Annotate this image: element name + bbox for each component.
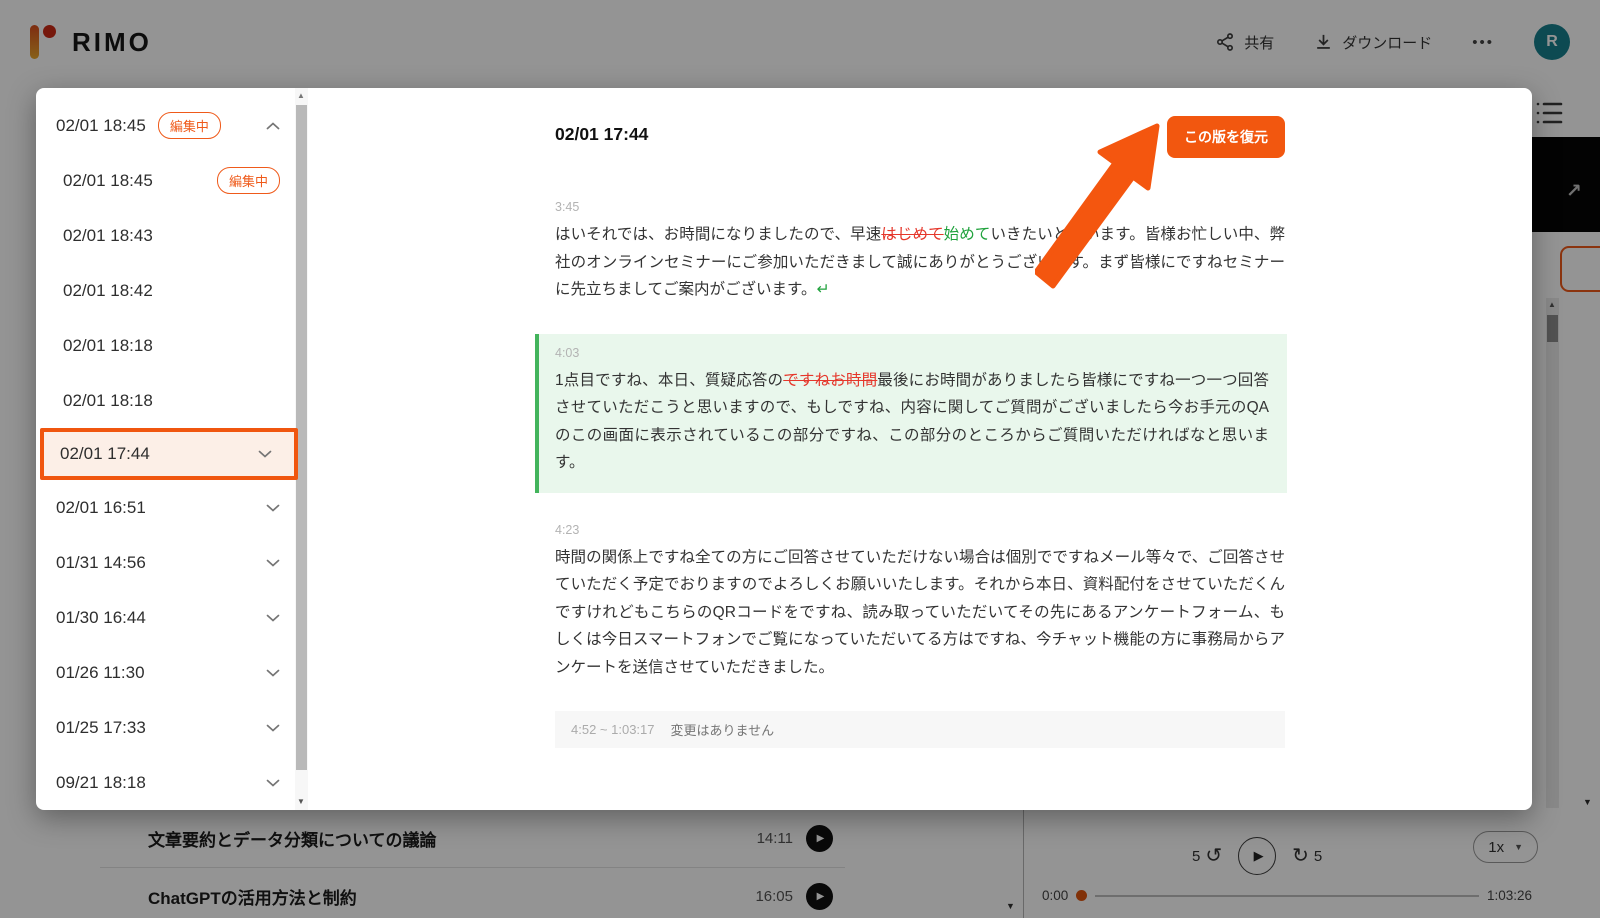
chevron-up-icon[interactable]: [266, 122, 280, 130]
version-item[interactable]: 02/01 18:42: [36, 263, 308, 318]
version-item[interactable]: 02/01 18:43: [36, 208, 308, 263]
chevron-down-icon[interactable]: [266, 504, 280, 512]
unchanged-text: はいそれでは、お時間になりましたので、早速: [555, 226, 881, 243]
transcript-segment: 4:23 時間の関係上ですね全ての方にご回答させていただけない場合は個別でですねメ…: [555, 523, 1285, 682]
segment-timestamp: 3:45: [555, 200, 1285, 214]
inserted-text: 始めて: [944, 226, 991, 243]
version-list: ▲ ▼ 02/01 18:45編集中02/01 18:45編集中02/01 18…: [36, 88, 308, 810]
chevron-down-icon[interactable]: [266, 724, 280, 732]
inserted-text: ↵: [817, 281, 830, 298]
version-label: 02/01 17:44: [60, 444, 150, 464]
version-item[interactable]: 01/31 14:56: [36, 535, 308, 590]
version-item[interactable]: 09/21 18:18: [36, 755, 308, 810]
version-label: 01/30 16:44: [56, 608, 146, 628]
version-history-modal: ▲ ▼ 02/01 18:45編集中02/01 18:45編集中02/01 18…: [36, 88, 1532, 810]
version-item[interactable]: 01/25 17:33: [36, 700, 308, 755]
no-change-bar: 4:52 ~ 1:03:17 変更はありません: [555, 711, 1285, 748]
deleted-text: はじめて: [881, 226, 943, 243]
version-label: 01/26 11:30: [56, 663, 145, 683]
editing-badge: 編集中: [158, 112, 221, 139]
transcript-segment: 4:03 1点目ですね、本日、質疑応答のですねお時間最後にお時間がありましたら皆様…: [535, 334, 1287, 493]
chevron-down-icon[interactable]: [258, 450, 272, 458]
editing-badge: 編集中: [217, 167, 280, 194]
version-label: 02/01 18:45: [56, 116, 146, 136]
chevron-down-icon[interactable]: [266, 614, 280, 622]
unchanged-text: 1点目ですね、本日、質疑応答の: [555, 372, 783, 389]
version-label: 02/01 16:51: [56, 498, 146, 518]
version-label: 02/01 18:42: [63, 281, 153, 301]
transcript-diff: 3:45 はいそれでは、お時間になりましたので、早速はじめて始めていきたいと思いま…: [555, 200, 1285, 681]
unchanged-text: 時間の関係上ですね全ての方にご回答させていただけない場合は個別でですねメール等々…: [555, 549, 1285, 676]
version-item[interactable]: 02/01 16:51: [36, 480, 308, 535]
version-item[interactable]: 02/01 18:18: [36, 373, 308, 428]
segment-timestamp: 4:03: [555, 346, 1269, 360]
version-label: 01/31 14:56: [56, 553, 146, 573]
segment-text: はいそれでは、お時間になりましたので、早速はじめて始めていきたいと思います。皆様…: [555, 221, 1285, 304]
version-item[interactable]: 02/01 17:44: [40, 428, 298, 480]
rimo-app: RIMO 共有 ダウンロード ••• R 文章要約とデータ分類についての議論14…: [0, 0, 1600, 918]
no-change-range: 4:52 ~ 1:03:17: [571, 722, 655, 737]
chevron-down-icon[interactable]: [266, 669, 280, 677]
chevron-down-icon[interactable]: [266, 559, 280, 567]
deleted-text: ですねお時間: [783, 372, 877, 389]
chevron-down-icon[interactable]: [266, 779, 280, 787]
no-change-label: 変更はありません: [671, 720, 775, 739]
version-label: 09/21 18:18: [56, 773, 146, 793]
version-label: 01/25 17:33: [56, 718, 146, 738]
version-title: 02/01 17:44: [555, 116, 648, 145]
version-label: 02/01 18:45: [63, 171, 153, 191]
version-item[interactable]: 01/30 16:44: [36, 590, 308, 645]
version-label: 02/01 18:43: [63, 226, 153, 246]
version-detail: 02/01 17:44 この版を復元 3:45 はいそれでは、お時間になりましたの…: [308, 88, 1532, 810]
version-label: 02/01 18:18: [63, 336, 153, 356]
version-label: 02/01 18:18: [63, 391, 153, 411]
version-item[interactable]: 02/01 18:45 編集中: [36, 153, 308, 208]
segment-timestamp: 4:23: [555, 523, 1285, 537]
version-item[interactable]: 02/01 18:18: [36, 318, 308, 373]
segment-text: 時間の関係上ですね全ての方にご回答させていただけない場合は個別でですねメール等々…: [555, 544, 1285, 682]
restore-version-button[interactable]: この版を復元: [1167, 116, 1285, 158]
version-item[interactable]: 02/01 18:45 編集中: [36, 98, 308, 153]
segment-text: 1点目ですね、本日、質疑応答のですねお時間最後にお時間がありましたら皆様にですね…: [555, 367, 1269, 477]
transcript-segment: 3:45 はいそれでは、お時間になりましたので、早速はじめて始めていきたいと思いま…: [555, 200, 1285, 304]
version-item[interactable]: 01/26 11:30: [36, 645, 308, 700]
